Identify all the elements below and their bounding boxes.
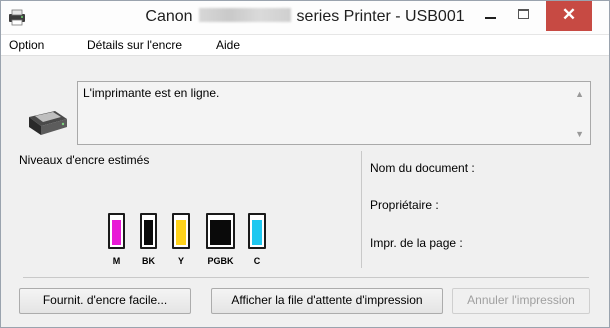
ink-tank-label: M <box>112 256 121 266</box>
title-brand: Canon <box>145 8 193 25</box>
menu-help[interactable]: Aide <box>216 38 240 52</box>
ink-levels-title: Niveaux d'encre estimés <box>19 153 150 167</box>
ink-level-fill <box>112 219 121 245</box>
page-printing-label: Impr. de la page : <box>370 236 463 250</box>
ink-tank-label: PGBK <box>207 256 234 266</box>
ink-tank-m <box>108 213 125 249</box>
menu-option[interactable]: Option <box>9 38 44 52</box>
ink-tank-pgbk <box>206 213 235 249</box>
ink-level-fill <box>176 219 186 245</box>
menu-bar: Option Détails sur l'encre Aide <box>1 35 609 56</box>
menu-ink-details[interactable]: Détails sur l'encre <box>87 38 182 52</box>
easy-ink-purchase-button[interactable]: Fournit. d'encre facile... <box>19 288 191 314</box>
ink-tank-label: BK <box>142 256 155 266</box>
printer-status-window: Canon series Printer - USB001 ✕ Option Dé… <box>0 0 610 328</box>
vertical-divider <box>361 151 362 268</box>
redacted-model-name <box>198 8 291 22</box>
status-message-box[interactable]: L'imprimante est en ligne. ▲ ▼ <box>77 81 591 145</box>
ink-tank-label: C <box>253 256 261 266</box>
show-print-queue-button[interactable]: Afficher la file d'attente d'impression <box>211 288 443 314</box>
minimize-button[interactable] <box>475 1 507 31</box>
ink-level-fill <box>144 219 153 245</box>
ink-tank-bk <box>140 213 157 249</box>
owner-label: Propriétaire : <box>370 198 439 212</box>
scroll-down-icon[interactable]: ▼ <box>575 129 584 139</box>
ink-level-fill <box>210 219 231 245</box>
title-suffix: series Printer - USB001 <box>296 8 465 25</box>
ink-level-fill <box>252 219 262 245</box>
cancel-printing-button[interactable]: Annuler l'impression <box>452 288 590 314</box>
title-bar[interactable]: Canon series Printer - USB001 ✕ <box>1 1 609 35</box>
ink-tank-y <box>172 213 190 249</box>
maximize-button[interactable] <box>507 1 539 31</box>
document-name-label: Nom du document : <box>370 161 475 175</box>
close-icon: ✕ <box>561 5 577 24</box>
scroll-up-icon[interactable]: ▲ <box>575 89 584 99</box>
status-message: L'imprimante est en ligne. <box>83 86 220 100</box>
ink-tank-c <box>248 213 266 249</box>
close-button[interactable]: ✕ <box>546 1 592 31</box>
horizontal-divider <box>23 277 589 278</box>
printer-icon <box>29 111 67 135</box>
ink-tank-label: Y <box>177 256 184 266</box>
